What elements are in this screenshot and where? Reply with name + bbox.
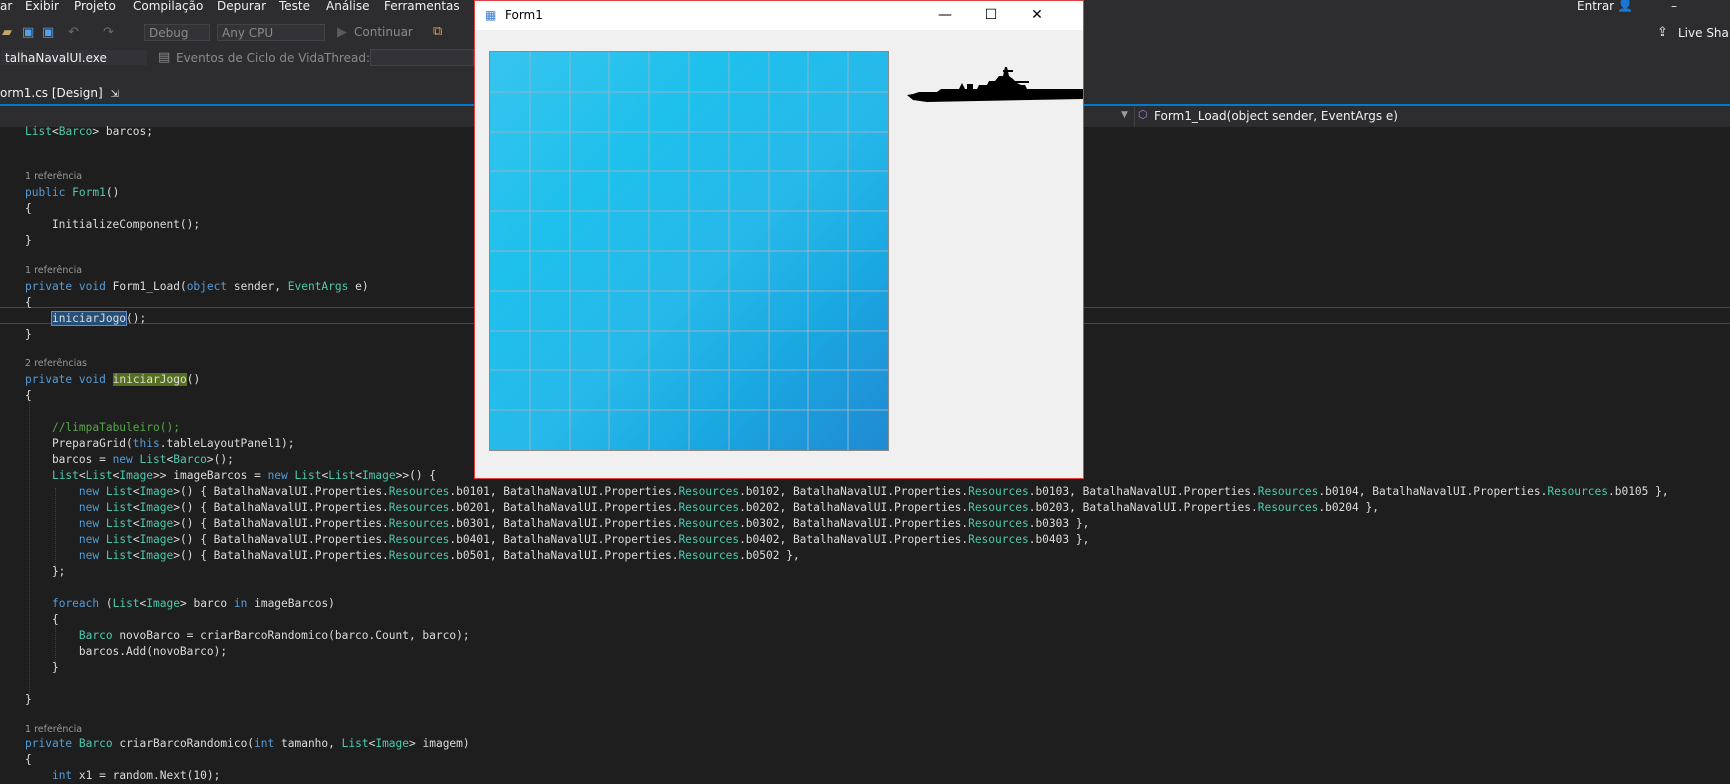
undo-icon[interactable]: ↶ [68,26,79,40]
code-line: foreach (List<Image> barco in imageBarco… [51,597,335,610]
form-title: Form1 [505,8,543,22]
code-line: Barco novoBarco = criarBarcoRandomico(ba… [78,629,470,642]
code-line: } [25,693,32,706]
menu-item-compilacao[interactable]: Compilação [133,0,203,13]
code-line: barcos.Add(novoBarco); [25,645,228,658]
ide-minimize-button[interactable]: – [1671,0,1677,13]
code-line: //limpaTabuleiro(); [51,421,180,434]
codelens-references[interactable]: 2 referências [25,358,87,369]
code-line: InitializeComponent(); [25,218,201,231]
save-all-icon[interactable]: ▣ [42,26,54,40]
chevron-down-icon[interactable]: ▼ [1121,110,1128,120]
thread-select[interactable] [370,49,474,66]
configuration-select[interactable]: Debug [144,24,210,41]
pin-icon[interactable]: ⇲ [111,89,119,100]
codelens-references[interactable]: 1 referência [25,265,82,276]
thread-label: Thread: [324,51,371,65]
code-line: { [25,753,32,766]
code-line: } [25,661,59,674]
tab-form1-design[interactable]: orm1.cs [Design] ⇲ [0,86,125,106]
form-maximize-button[interactable]: ☐ [968,1,1014,30]
code-line: private void Form1_Load(object sender, E… [25,280,369,293]
menu-item-partial[interactable]: ar [0,0,12,13]
menu-item-depurar[interactable]: Depurar [217,0,266,13]
code-line: new List<Image>() { BatalhaNavalUI.Prope… [78,501,1379,514]
method-icon: ⬡ [1138,108,1148,121]
process-select[interactable]: talhaNavalUI.exe [0,49,148,66]
menu-item-ferramentas[interactable]: Ferramentas [384,0,460,13]
redo-icon[interactable]: ↷ [103,26,114,40]
open-folder-icon[interactable]: ▰ [2,26,12,40]
lifecycle-events-button[interactable]: Eventos de Ciclo de Vida [176,51,324,65]
code-line: }; [25,565,66,578]
play-icon[interactable]: ▶ [337,26,347,40]
sign-in-link[interactable]: Entrar [1577,0,1614,13]
navbar-divider [1134,106,1135,127]
code-line: List<Barco> barcos; [25,125,154,138]
board-grid-lines [490,52,888,450]
code-line: { [25,296,32,309]
platform-select[interactable]: Any CPU [217,24,325,41]
battleship-silhouette[interactable] [907,63,1083,105]
form-close-button[interactable]: ✕ [1014,1,1060,30]
code-line: private void iniciarJogo() [25,373,201,386]
game-board-grid[interactable] [489,51,889,451]
code-line: PreparaGrid(this.tableLayoutPanel1); [25,437,295,450]
form-titlebar[interactable]: ▦ Form1 — ☐ ✕ [475,1,1083,30]
code-line: private Barco criarBarcoRandomico(int ta… [25,737,470,750]
code-line: new List<Image>() { BatalhaNavalUI.Prope… [78,485,1669,498]
form1-window[interactable]: ▦ Form1 — ☐ ✕ [474,0,1084,479]
menu-item-exibir[interactable]: Exibir [25,0,59,13]
live-share-button[interactable]: Live Share [1678,26,1730,40]
code-line: List<List<Image>> imageBarcos = new List… [51,469,437,482]
codelens-references[interactable]: 1 referência [25,171,82,182]
form-app-icon: ▦ [485,8,497,22]
code-line: int x1 = random.Next(10); [51,769,221,782]
lifecycle-icon: ▤ [158,50,171,65]
account-icon[interactable]: 👤 [1617,0,1633,13]
code-line: new List<Image>() { BatalhaNavalUI.Prope… [78,533,1090,546]
code-line: { [25,389,32,402]
browser-link-icon[interactable]: ⧉ [433,25,442,39]
code-line: { [25,202,32,215]
member-dropdown[interactable]: Form1_Load(object sender, EventArgs e) [1154,109,1398,123]
code-line: public Form1() [25,186,120,199]
code-line: barcos = new List<Barco>(); [25,453,234,466]
code-line: new List<Image>() { BatalhaNavalUI.Prope… [78,517,1090,530]
share-icon[interactable]: ⇪ [1657,26,1668,40]
menu-item-teste[interactable]: Teste [279,0,310,13]
form-minimize-button[interactable]: — [922,1,968,30]
code-line: } [25,328,32,341]
codelens-references[interactable]: 1 referência [25,724,82,735]
code-line: new List<Image>() { BatalhaNavalUI.Prope… [78,549,800,562]
code-line: iniciarJogo(); [50,311,147,326]
continue-button[interactable]: Continuar [354,25,413,39]
menu-item-analise[interactable]: Análise [326,0,369,13]
code-line: } [25,234,32,247]
menu-item-projeto[interactable]: Projeto [74,0,116,13]
tab-label: orm1.cs [Design] [0,86,103,100]
code-line: { [25,613,59,626]
save-icon[interactable]: ▣ [22,26,34,40]
